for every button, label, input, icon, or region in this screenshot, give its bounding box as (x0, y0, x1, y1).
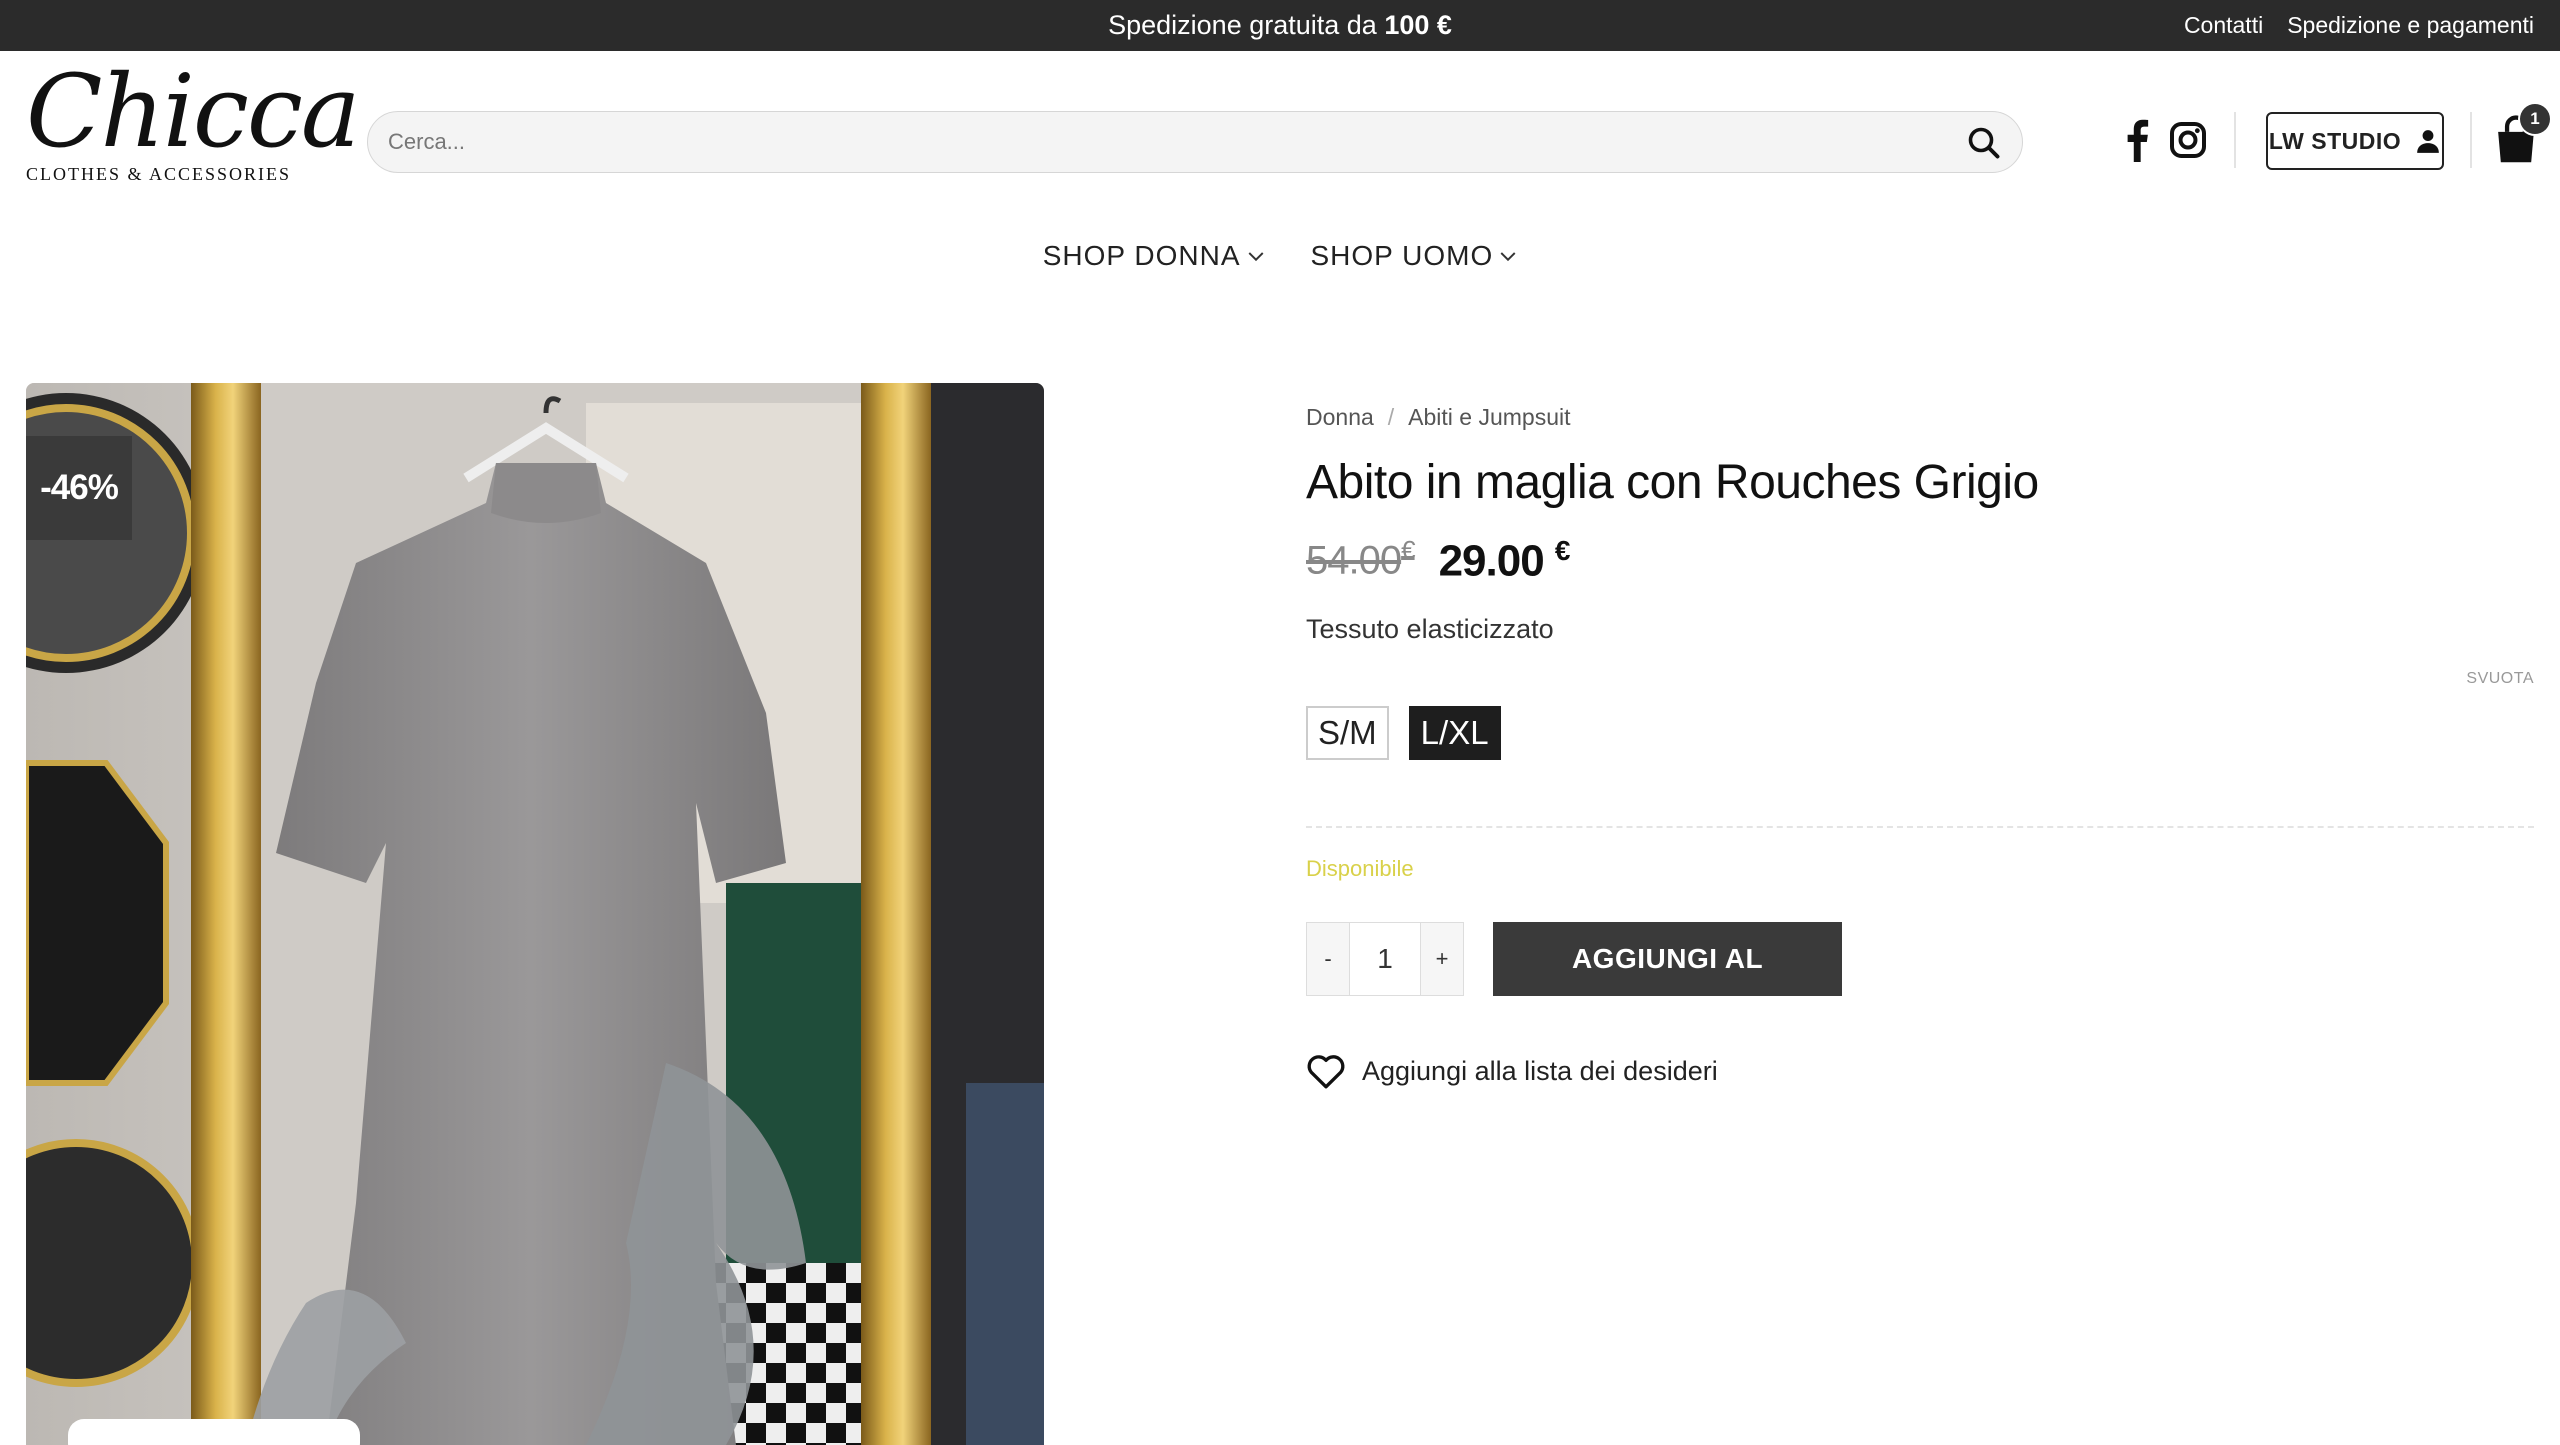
size-option-sm[interactable]: S/M (1306, 706, 1389, 760)
shipping-payment-link[interactable]: Spedizione e pagamenti (2287, 12, 2534, 39)
stock-status: Disponibile (1306, 856, 1414, 881)
size-selector: S/M L/XL (1306, 706, 1501, 760)
wishlist-link[interactable]: Aggiungi alla lista dei desideri (1306, 1052, 1718, 1090)
price-block: 54.00€ 29.00 € (1306, 535, 1570, 587)
qty-decrease-button[interactable]: - (1307, 923, 1349, 995)
divider (1306, 826, 2534, 828)
add-to-cart-button[interactable]: AGGIUNGI AL CARRELLO (1493, 922, 1842, 1048)
main-nav: SHOP DONNA SHOP UOMO (0, 240, 2560, 272)
size-option-lxl[interactable]: L/XL (1408, 706, 1501, 760)
chevron-down-icon (1500, 252, 1516, 262)
clear-selection-link[interactable]: SVUOTA (2466, 670, 2534, 688)
qty-input[interactable]: 1 (1349, 923, 1421, 995)
nav-label: SHOP DONNA (1042, 240, 1241, 271)
top-links: Contatti Spedizione e pagamenti (2184, 0, 2534, 51)
quantity-stepper: - 1 + (1306, 922, 1464, 996)
qty-increase-button[interactable]: + (1421, 923, 1463, 995)
heart-icon (1307, 1055, 1345, 1089)
top-bar: Spedizione gratuita da 100 € Contatti Sp… (0, 0, 2560, 51)
product-description: Tessuto elasticizzato (1306, 614, 1554, 644)
header-divider (2234, 112, 2236, 168)
search-icon[interactable] (1966, 125, 2002, 161)
contact-link[interactable]: Contatti (2184, 12, 2263, 39)
promo-text: Spedizione gratuita da (1108, 10, 1385, 40)
facebook-icon[interactable] (2122, 118, 2152, 162)
instagram-icon[interactable] (2168, 118, 2208, 162)
nav-label: SHOP UOMO (1310, 240, 1494, 271)
search-bar (367, 111, 2023, 173)
old-price: 54.00€ (1306, 535, 1416, 583)
user-icon (2417, 130, 2439, 153)
breadcrumb: Donna / Abiti e Jumpsuit (1306, 404, 1571, 431)
account-label: LW STUDIO (2268, 127, 2402, 154)
promo-amount: 100 € (1384, 10, 1452, 40)
account-button[interactable]: LW STUDIO (2266, 112, 2444, 170)
sale-badge: -46% (26, 436, 132, 540)
breadcrumb-donna[interactable]: Donna (1306, 404, 1374, 430)
logo-script: Chicca (26, 53, 361, 170)
header-divider (2470, 112, 2472, 168)
search-input[interactable] (388, 112, 1948, 172)
nav-shop-uomo[interactable]: SHOP UOMO (1311, 240, 1518, 272)
chevron-down-icon (1248, 252, 1263, 262)
product-title: Abito in maglia con Rouches Grigio (1306, 456, 2039, 509)
dress-photo (26, 383, 1044, 1445)
cart-count-badge: 1 (2520, 104, 2550, 134)
product-image[interactable] (26, 383, 1044, 1445)
site-logo[interactable]: Chicca CLOTHES & ACCESSORIES (26, 53, 361, 192)
wishlist-label: Aggiungi alla lista dei desideri (1362, 1055, 1718, 1086)
logo-tagline: CLOTHES & ACCESSORIES (26, 164, 292, 184)
shipping-promo: Spedizione gratuita da 100 € (0, 0, 2560, 51)
sale-price: 29.00 € (1438, 535, 1571, 586)
breadcrumb-abiti[interactable]: Abiti e Jumpsuit (1408, 404, 1570, 430)
breadcrumb-separator: / (1387, 404, 1395, 430)
nav-shop-donna[interactable]: SHOP DONNA (1043, 240, 1265, 272)
